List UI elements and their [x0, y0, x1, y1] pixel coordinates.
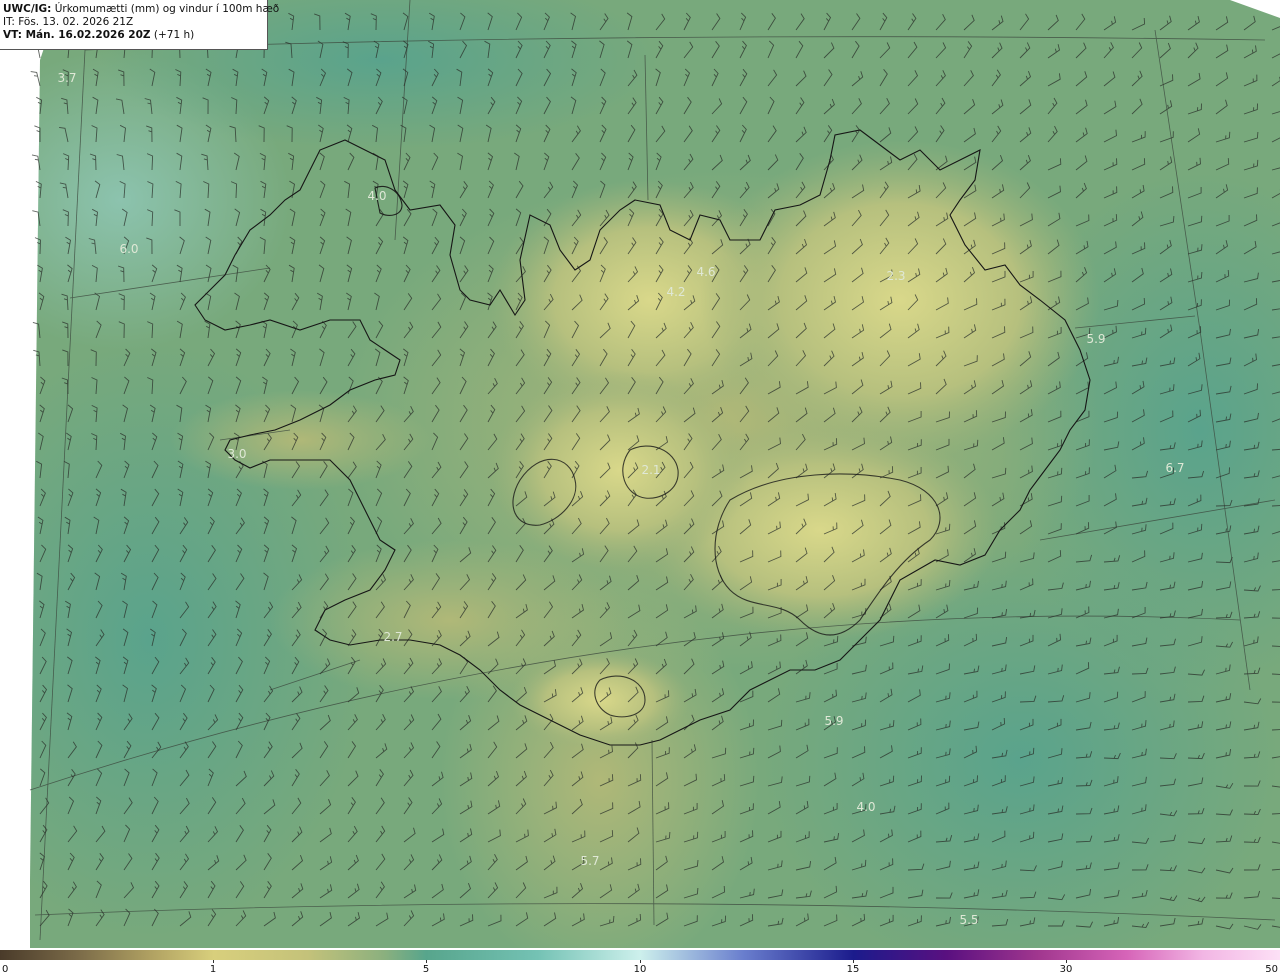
map-title: Úrkomumætti (mm) og vindur í 100m hæð: [54, 3, 280, 15]
value-label: 3.7: [57, 71, 76, 85]
valid-time-row: VT: Mán. 16.02.2026 20Z (+71 h): [3, 29, 264, 42]
value-label: 2.7: [383, 630, 402, 644]
value-label: 5.5: [959, 913, 978, 927]
value-label: 4.0: [367, 189, 386, 203]
legend-tick: 50: [1265, 964, 1278, 975]
init-time: IT: Fös. 13. 02. 2026 21Z: [3, 16, 134, 28]
precipitable-water-map: 3.7 4.0 6.0 4.6 4.2 2.3 5.9 3.0 2.1 6.7 …: [0, 0, 1280, 948]
tick-mark: [640, 960, 641, 963]
legend-tick: 30: [1059, 964, 1073, 975]
legend-tick: 10: [633, 964, 647, 975]
legend-tick: 0: [2, 964, 9, 975]
value-label: 4.6: [696, 265, 715, 279]
tick-mark: [213, 960, 214, 963]
value-label: 4.0: [856, 800, 875, 814]
value-label: 5.9: [824, 714, 843, 728]
valid-time: VT: Mán. 16.02.2026 20Z: [3, 29, 151, 41]
tick-mark: [853, 960, 854, 963]
info-box: UWC/IG: Úrkomumætti (mm) og vindur í 100…: [0, 0, 279, 50]
model-name: UWC/IG:: [3, 3, 52, 15]
value-label: 6.7: [1165, 461, 1184, 475]
title-row: UWC/IG: Úrkomumætti (mm) og vindur í 100…: [3, 3, 279, 16]
tick-mark: [1066, 960, 1067, 963]
value-label: 5.9: [1086, 332, 1105, 346]
legend-tick: 1: [209, 964, 217, 975]
legend-tick: 5: [422, 964, 430, 975]
value-label: 3.0: [227, 447, 246, 461]
value-label: 5.7: [580, 854, 599, 868]
colorbar: [0, 950, 1280, 960]
value-label: 2.3: [886, 269, 905, 283]
legend: 0 1 5 10 15 30 50: [0, 948, 1280, 978]
tick-mark: [426, 960, 427, 963]
value-label: 6.0: [119, 242, 138, 256]
value-label: 2.1: [641, 463, 660, 477]
value-label: 4.2: [666, 285, 685, 299]
legend-tick: 15: [846, 964, 860, 975]
forecast-hour: (+71 h): [153, 29, 195, 41]
